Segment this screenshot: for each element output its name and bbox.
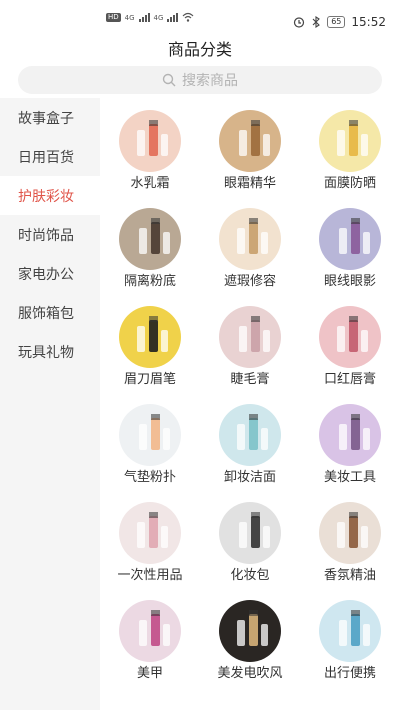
category-item[interactable]: 眼线眼影	[300, 202, 400, 302]
status-bar: HD 4G 4G 65 15:52	[0, 0, 400, 29]
network-type: 4G	[124, 14, 135, 22]
category-label: 气垫粉扑	[123, 470, 176, 485]
category-image	[319, 404, 381, 466]
category-label: 眼霜精华	[223, 176, 276, 191]
category-label: 眼线眼影	[323, 274, 376, 289]
category-item[interactable]: 美妆工具	[300, 398, 400, 498]
category-label: 眉刀眉笔	[123, 372, 176, 387]
alarm-icon	[294, 17, 305, 28]
category-image	[219, 208, 281, 270]
category-item[interactable]: 眉刀眉笔	[100, 300, 200, 400]
category-image	[219, 404, 281, 466]
category-image	[219, 600, 281, 662]
category-image	[119, 600, 181, 662]
category-item[interactable]: 遮瑕修容	[200, 202, 300, 302]
category-item[interactable]: 化妆包	[200, 496, 300, 596]
network-indicators: HD 4G 4G	[106, 12, 194, 22]
category-item[interactable]: 面膜防晒	[300, 104, 400, 204]
category-image	[219, 306, 281, 368]
category-label: 美妆工具	[323, 470, 376, 485]
sidebar-item-label: 家电办公	[18, 266, 74, 283]
search-icon	[162, 73, 176, 87]
category-image	[219, 502, 281, 564]
category-image	[319, 306, 381, 368]
category-label: 睫毛膏	[230, 372, 270, 387]
signal-icon	[167, 12, 179, 22]
category-label: 美发电吹风	[217, 666, 283, 681]
sidebar-item-2[interactable]: 护肤彩妆	[0, 176, 100, 215]
search-bar[interactable]: 搜索商品	[18, 66, 382, 94]
sidebar-item-6[interactable]: 玩具礼物	[0, 332, 100, 371]
category-item[interactable]: 隔离粉底	[100, 202, 200, 302]
category-image	[319, 600, 381, 662]
category-label: 香氛精油	[323, 568, 376, 583]
sidebar-item-label: 故事盒子	[18, 110, 74, 127]
category-image	[219, 110, 281, 172]
bluetooth-icon	[312, 16, 321, 28]
category-label: 隔离粉底	[123, 274, 176, 289]
page-title: 商品分类	[167, 40, 232, 59]
clock: 15:52	[351, 15, 386, 29]
category-label: 卸妆洁面	[223, 470, 276, 485]
category-image	[319, 110, 381, 172]
category-image	[319, 208, 381, 270]
sidebar-item-3[interactable]: 时尚饰品	[0, 215, 100, 254]
category-image	[119, 110, 181, 172]
category-item[interactable]: 香氛精油	[300, 496, 400, 596]
sidebar-item-0[interactable]: 故事盒子	[0, 98, 100, 137]
category-item[interactable]: 水乳霜	[100, 104, 200, 204]
category-image	[119, 208, 181, 270]
sidebar-item-4[interactable]: 家电办公	[0, 254, 100, 293]
network-type: 4G	[153, 14, 164, 22]
category-sidebar: 故事盒子日用百货护肤彩妆时尚饰品家电办公服饰箱包玩具礼物	[0, 98, 100, 710]
sidebar-item-label: 服饰箱包	[18, 305, 74, 322]
category-label: 化妆包	[230, 568, 270, 583]
search-placeholder: 搜索商品	[182, 73, 238, 89]
category-label: 口红唇膏	[323, 372, 376, 387]
category-label: 水乳霜	[130, 176, 170, 191]
category-item[interactable]: 美甲	[100, 594, 200, 694]
category-label: 美甲	[136, 666, 163, 681]
category-image	[319, 502, 381, 564]
sidebar-item-5[interactable]: 服饰箱包	[0, 293, 100, 332]
category-label: 遮瑕修容	[223, 274, 276, 289]
sidebar-item-label: 玩具礼物	[18, 344, 74, 361]
category-item[interactable]: 美发电吹风	[200, 594, 300, 694]
sidebar-item-label: 时尚饰品	[18, 227, 74, 244]
category-label: 面膜防晒	[323, 176, 376, 191]
category-label: 出行便携	[323, 666, 376, 681]
battery-icon: 65	[327, 16, 346, 28]
sidebar-item-1[interactable]: 日用百货	[0, 137, 100, 176]
wifi-icon	[183, 12, 194, 22]
sidebar-item-label: 护肤彩妆	[18, 188, 74, 205]
category-image	[119, 306, 181, 368]
category-label: 一次性用品	[117, 568, 183, 583]
category-item[interactable]: 一次性用品	[100, 496, 200, 596]
category-item[interactable]: 出行便携	[300, 594, 400, 694]
category-item[interactable]: 卸妆洁面	[200, 398, 300, 498]
category-image	[119, 404, 181, 466]
hd-badge: HD	[106, 13, 121, 22]
category-item[interactable]: 睫毛膏	[200, 300, 300, 400]
category-item[interactable]: 口红唇膏	[300, 300, 400, 400]
category-item[interactable]: 眼霜精华	[200, 104, 300, 204]
status-right: 65 15:52	[293, 15, 386, 29]
category-item[interactable]: 气垫粉扑	[100, 398, 200, 498]
sidebar-item-label: 日用百货	[18, 149, 74, 166]
signal-icon	[138, 12, 150, 22]
category-image	[119, 502, 181, 564]
